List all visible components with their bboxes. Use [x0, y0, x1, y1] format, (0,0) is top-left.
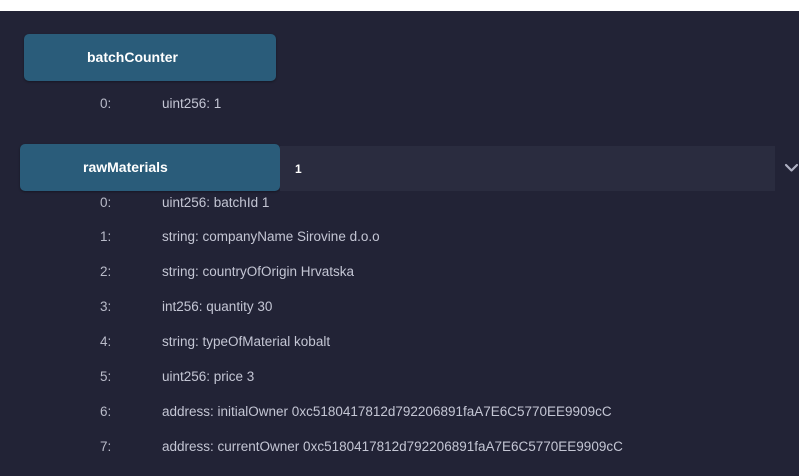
output-value: string: companyName Sirovine d.o.o: [162, 229, 380, 244]
output-value: address: initialOwner 0xc5180417812d7922…: [162, 404, 612, 419]
output-value: string: typeOfMaterial kobalt: [162, 334, 331, 349]
output-value: uint256: batchId 1: [162, 195, 270, 210]
contract-panel: batchCounter 0: uint256: 1 rawMaterials …: [0, 11, 799, 476]
raw-materials-input[interactable]: [280, 146, 775, 191]
output-index: 5:: [100, 369, 112, 384]
output-value: address: currentOwner 0xc5180417812d7922…: [162, 439, 623, 454]
batch-counter-button[interactable]: batchCounter: [24, 34, 276, 81]
output-index: 1:: [100, 229, 112, 244]
output-value: int256: quantity 30: [162, 299, 273, 314]
output-index: 0:: [100, 195, 112, 210]
raw-materials-button[interactable]: rawMaterials: [20, 144, 280, 191]
output-index: 3:: [100, 299, 112, 314]
chevron-down-icon[interactable]: [784, 161, 799, 175]
output-index: 0:: [100, 96, 112, 111]
output-index: 7:: [100, 439, 112, 454]
output-value: uint256: price 3: [162, 369, 255, 384]
output-value: uint256: 1: [162, 96, 222, 111]
output-index: 4:: [100, 334, 112, 349]
output-value: string: countryOfOrigin Hrvatska: [162, 264, 355, 279]
output-index: 6:: [100, 404, 112, 419]
output-index: 2:: [100, 264, 112, 279]
